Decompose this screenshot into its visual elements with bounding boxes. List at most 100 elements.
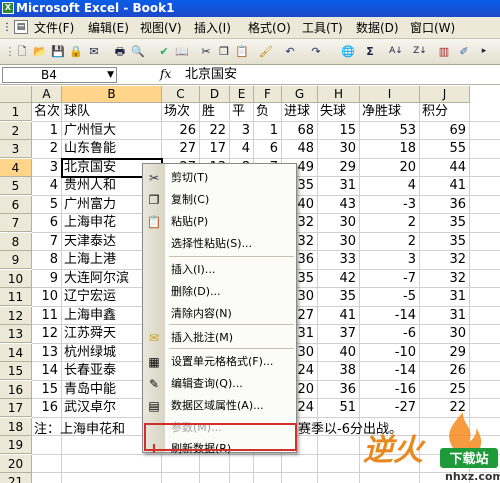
column-header-a[interactable]: A (32, 86, 62, 103)
menu-data[interactable]: 数据(D) (356, 17, 399, 39)
column-header-b[interactable]: B (62, 86, 162, 103)
menu-item-1[interactable]: ❐ 复制(C) (143, 189, 296, 211)
row-header-12[interactable]: 12 (0, 306, 32, 325)
column-header-c[interactable]: C (162, 86, 200, 103)
undo-icon[interactable]: ↶ (282, 44, 298, 59)
cell-h16[interactable]: 36 (320, 381, 359, 399)
cell-a4[interactable]: 3 (34, 159, 61, 177)
row-header-6[interactable]: 6 (0, 195, 32, 214)
row-header-21[interactable]: 21 (0, 473, 32, 483)
row-header-16[interactable]: 16 (0, 380, 32, 399)
cell-e2[interactable]: 3 (232, 122, 253, 140)
cell-c1[interactable]: 场次 (164, 103, 199, 121)
cell-a11[interactable]: 10 (34, 288, 61, 306)
cell-a13[interactable]: 12 (34, 325, 61, 343)
cell-j2[interactable]: 69 (422, 122, 469, 140)
cell-h2[interactable]: 15 (320, 122, 359, 140)
menu-item-7[interactable]: ✉ 插入批注(M) (143, 327, 296, 349)
row-header-19[interactable]: 19 (0, 436, 32, 454)
cell-j6[interactable]: 36 (422, 196, 469, 214)
cell-b13[interactable]: 江苏舜天 (64, 325, 144, 343)
cell-b1[interactable]: 球队 (64, 103, 161, 121)
cell-j14[interactable]: 29 (422, 344, 469, 362)
row-header-18[interactable]: 18 (0, 417, 32, 436)
cell-a15[interactable]: 14 (34, 362, 61, 380)
menu-item-4[interactable]: 插入(I)... (143, 259, 296, 281)
cell-h5[interactable]: 31 (320, 177, 359, 195)
row-header-4[interactable]: 4 (0, 158, 32, 177)
column-header-d[interactable]: D (200, 86, 230, 103)
paste-icon[interactable]: 📋 (234, 44, 250, 59)
cell-h11[interactable]: 35 (320, 288, 359, 306)
cell-i1[interactable]: 净胜球 (362, 103, 419, 121)
cell-b2[interactable]: 广州恒大 (64, 122, 144, 140)
cell-f1[interactable]: 负 (256, 103, 281, 121)
cell-i4[interactable]: 20 (362, 159, 419, 177)
row-header-15[interactable]: 15 (0, 362, 32, 380)
cell-j15[interactable]: 26 (422, 362, 469, 380)
column-header-e[interactable]: E (230, 86, 254, 103)
spelling-icon[interactable]: ✔ (156, 44, 172, 59)
hyperlink-icon[interactable]: 🌐 (340, 44, 356, 59)
select-all-corner[interactable] (0, 86, 32, 103)
cell-h1[interactable]: 失球 (320, 103, 359, 121)
cell-b15[interactable]: 长春亚泰 (64, 362, 144, 380)
cell-a16[interactable]: 15 (34, 381, 61, 399)
menu-item-2[interactable]: 📋 粘贴(P) (143, 211, 296, 233)
cell-i6[interactable]: -3 (362, 196, 419, 214)
cell-g1[interactable]: 进球 (284, 103, 317, 121)
new-icon[interactable]: 🗋 (14, 44, 30, 59)
menu-item-3[interactable]: 选择性粘贴(S)... (143, 233, 296, 255)
cell-h4[interactable]: 29 (320, 159, 359, 177)
cell-h10[interactable]: 42 (320, 270, 359, 288)
cell-a3[interactable]: 2 (34, 140, 61, 158)
menu-window[interactable]: 窗口(W) (410, 17, 455, 39)
cell-i7[interactable]: 2 (362, 214, 419, 232)
cell-a7[interactable]: 6 (34, 214, 61, 232)
chart-wizard-icon[interactable]: ▥ (436, 44, 452, 59)
save-icon[interactable]: 💾 (50, 44, 66, 59)
column-header-f[interactable]: F (254, 86, 282, 103)
column-header-i[interactable]: I (360, 86, 420, 103)
cell-h6[interactable]: 43 (320, 196, 359, 214)
cell-c2[interactable]: 26 (164, 122, 199, 140)
cell-j8[interactable]: 35 (422, 233, 469, 251)
menu-file[interactable]: 文件(F) (34, 17, 74, 39)
cell-g3[interactable]: 48 (284, 140, 317, 158)
row-header-13[interactable]: 13 (0, 325, 32, 343)
format-painter-icon[interactable]: 🖌 (258, 44, 274, 59)
cell-b12[interactable]: 上海申鑫 (64, 307, 144, 325)
cell-i13[interactable]: -6 (362, 325, 419, 343)
formula-input[interactable]: 北京国安 (185, 67, 237, 82)
cell-i2[interactable]: 53 (362, 122, 419, 140)
cell-b7[interactable]: 上海申花 (64, 214, 144, 232)
cell-a10[interactable]: 9 (34, 270, 61, 288)
cell-j7[interactable]: 35 (422, 214, 469, 232)
cell-b8[interactable]: 天津泰达 (64, 233, 144, 251)
cell-d2[interactable]: 22 (202, 122, 229, 140)
cell-i15[interactable]: -14 (362, 362, 419, 380)
cell-j11[interactable]: 31 (422, 288, 469, 306)
row-header-7[interactable]: 7 (0, 214, 32, 232)
cell-j10[interactable]: 32 (422, 270, 469, 288)
cell-b14[interactable]: 杭州绿城 (64, 344, 144, 362)
cell-e1[interactable]: 平 (232, 103, 253, 121)
row-header-9[interactable]: 9 (0, 251, 32, 269)
menu-tools[interactable]: 工具(T) (302, 17, 343, 39)
row-header-8[interactable]: 8 (0, 232, 32, 251)
toolbar-options-icon[interactable]: ▸ (476, 44, 492, 59)
menu-item-8[interactable]: ▦ 设置单元格格式(F)... (143, 351, 296, 373)
drawing-icon[interactable]: ✐ (456, 44, 472, 59)
menu-item-6[interactable]: 清除内容(N) (143, 303, 296, 325)
menu-format[interactable]: 格式(O) (248, 17, 291, 39)
email-icon[interactable]: ✉ (86, 44, 102, 59)
cell-h3[interactable]: 30 (320, 140, 359, 158)
cell-a5[interactable]: 4 (34, 177, 61, 195)
cell-i10[interactable]: -7 (362, 270, 419, 288)
row-header-3[interactable]: 3 (0, 140, 32, 158)
menu-insert[interactable]: 插入(I) (194, 17, 231, 39)
cell-h15[interactable]: 38 (320, 362, 359, 380)
cell-b5[interactable]: 贵州人和 (64, 177, 144, 195)
cell-a9[interactable]: 8 (34, 251, 61, 269)
sort-ascending-icon[interactable]: A↓ (388, 44, 404, 59)
